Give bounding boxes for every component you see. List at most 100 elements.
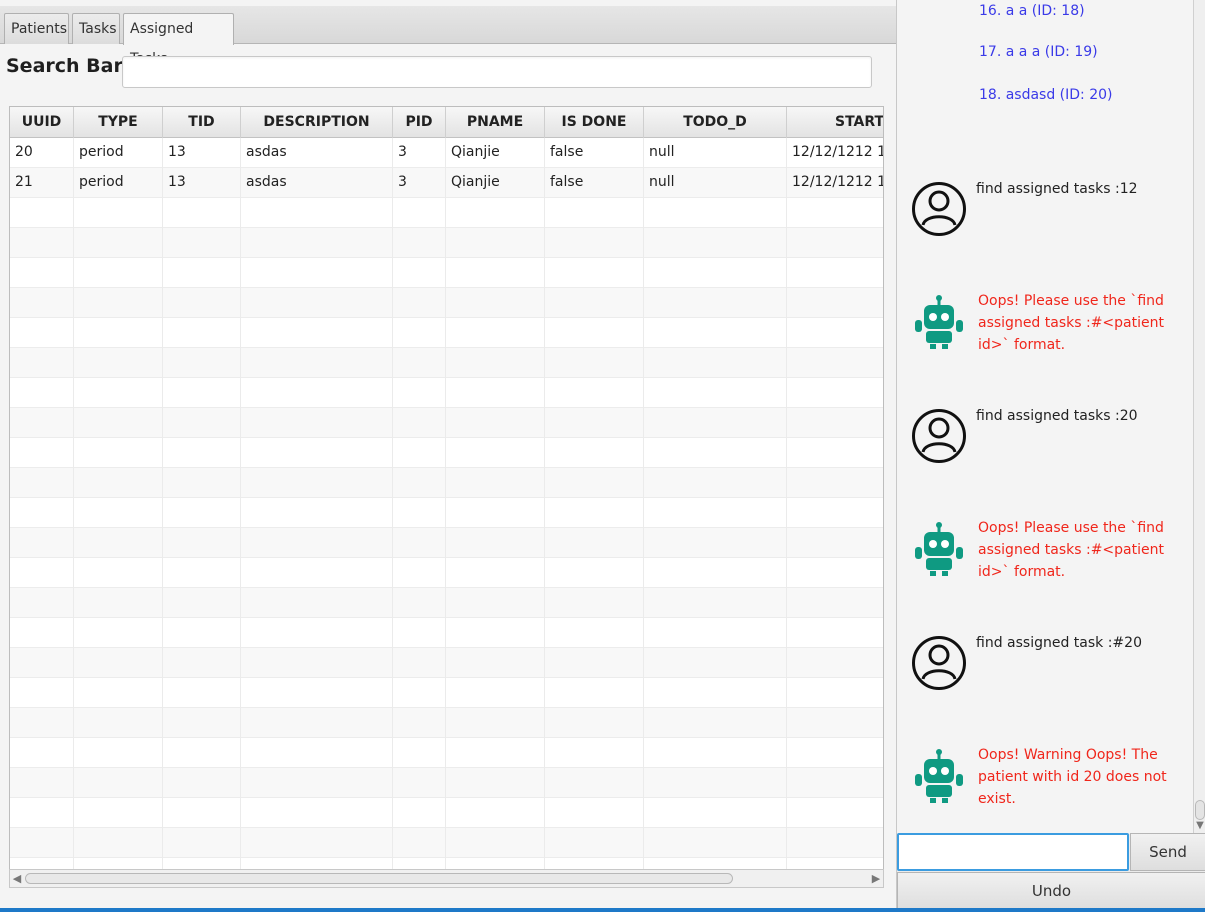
table-cell bbox=[644, 528, 787, 558]
table-cell bbox=[74, 618, 163, 648]
scroll-left-arrow-icon[interactable]: ◀ bbox=[10, 870, 24, 887]
table-cell bbox=[10, 738, 74, 768]
user-avatar-icon bbox=[911, 635, 967, 691]
table-cell bbox=[644, 258, 787, 288]
table-cell bbox=[545, 708, 644, 738]
table-cell bbox=[393, 768, 446, 798]
table-cell bbox=[74, 408, 163, 438]
table-cell bbox=[644, 648, 787, 678]
table-row bbox=[10, 498, 883, 528]
table-cell bbox=[163, 648, 241, 678]
table-cell bbox=[644, 738, 787, 768]
table-cell bbox=[393, 258, 446, 288]
table-cell: 13 bbox=[163, 138, 241, 168]
table-row bbox=[10, 198, 883, 228]
table-row[interactable]: 20 period 13 asdas 3 Qianjie false null 12/12/12… bbox=[10, 138, 883, 168]
horizontal-scroll-thumb[interactable] bbox=[25, 873, 733, 884]
table-cell bbox=[787, 498, 883, 528]
table-row bbox=[10, 828, 883, 858]
horizontal-scrollbar[interactable]: ◀ ▶ bbox=[9, 869, 884, 888]
column-header[interactable]: DESCRIPTION bbox=[241, 107, 393, 138]
table-cell bbox=[787, 648, 883, 678]
table-cell bbox=[163, 528, 241, 558]
column-header[interactable]: TODO_D bbox=[644, 107, 787, 138]
table-cell bbox=[644, 468, 787, 498]
column-header[interactable]: PID bbox=[393, 107, 446, 138]
user-avatar-icon bbox=[911, 181, 967, 237]
table-cell: 13 bbox=[163, 168, 241, 198]
table-cell bbox=[10, 408, 74, 438]
bot-message-text: exist. bbox=[978, 791, 1016, 807]
send-button[interactable]: Send bbox=[1130, 833, 1205, 871]
table-cell bbox=[241, 558, 393, 588]
table-row bbox=[10, 438, 883, 468]
table-cell bbox=[74, 588, 163, 618]
table-cell bbox=[393, 678, 446, 708]
bot-message-text: id>` format. bbox=[978, 337, 1066, 353]
table-row bbox=[10, 258, 883, 288]
column-header[interactable]: PNAME bbox=[446, 107, 545, 138]
table-cell bbox=[163, 228, 241, 258]
column-header[interactable]: TID bbox=[163, 107, 241, 138]
table-cell bbox=[241, 648, 393, 678]
table-cell bbox=[787, 288, 883, 318]
table-row[interactable]: 21 period 13 asdas 3 Qianjie false null 12/12/12… bbox=[10, 168, 883, 198]
table-cell bbox=[545, 408, 644, 438]
tab-patients[interactable]: Patients bbox=[4, 13, 69, 44]
table-row bbox=[10, 408, 883, 438]
column-header[interactable]: UUID bbox=[10, 107, 74, 138]
table-cell bbox=[10, 468, 74, 498]
table-cell bbox=[74, 528, 163, 558]
table-cell bbox=[446, 288, 545, 318]
table-cell bbox=[545, 558, 644, 588]
table-cell: 3 bbox=[393, 138, 446, 168]
search-input[interactable] bbox=[122, 56, 872, 88]
table-cell bbox=[241, 618, 393, 648]
vertical-scroll-thumb[interactable] bbox=[1195, 800, 1205, 820]
table-cell bbox=[787, 198, 883, 228]
table-cell bbox=[545, 228, 644, 258]
table-cell bbox=[74, 648, 163, 678]
table-cell bbox=[787, 738, 883, 768]
table-row bbox=[10, 678, 883, 708]
table-cell: false bbox=[545, 168, 644, 198]
vertical-scrollbar[interactable]: ▼ bbox=[1193, 0, 1205, 834]
table-row bbox=[10, 228, 883, 258]
scroll-right-arrow-icon[interactable]: ▶ bbox=[869, 870, 883, 887]
table-cell bbox=[163, 798, 241, 828]
table-cell: null bbox=[644, 168, 787, 198]
table-cell bbox=[393, 648, 446, 678]
user-avatar-icon bbox=[911, 408, 967, 464]
robot-icon bbox=[911, 748, 967, 804]
table-cell bbox=[644, 348, 787, 378]
table-cell bbox=[545, 798, 644, 828]
table-cell bbox=[74, 258, 163, 288]
table-cell bbox=[393, 468, 446, 498]
table-cell bbox=[163, 498, 241, 528]
table-cell bbox=[545, 528, 644, 558]
list-item: 17. a a a (ID: 19) bbox=[979, 44, 1098, 60]
tab-assigned-tasks[interactable]: Assigned Tasks bbox=[123, 13, 234, 67]
table-row bbox=[10, 288, 883, 318]
column-header[interactable]: TYPE bbox=[74, 107, 163, 138]
table-cell bbox=[787, 828, 883, 858]
table-cell bbox=[241, 828, 393, 858]
table-cell bbox=[787, 408, 883, 438]
chat-input[interactable] bbox=[897, 833, 1129, 871]
tab-tasks[interactable]: Tasks bbox=[72, 13, 120, 44]
table-cell bbox=[74, 798, 163, 828]
table-cell bbox=[545, 768, 644, 798]
column-header[interactable]: START bbox=[787, 107, 883, 138]
table-cell bbox=[163, 768, 241, 798]
table-row bbox=[10, 558, 883, 588]
table-cell bbox=[545, 498, 644, 528]
table-cell bbox=[644, 438, 787, 468]
undo-button[interactable]: Undo bbox=[897, 872, 1205, 910]
table-cell bbox=[644, 678, 787, 708]
table-cell bbox=[393, 588, 446, 618]
table-cell bbox=[10, 198, 74, 228]
scroll-down-arrow-icon[interactable]: ▼ bbox=[1194, 820, 1205, 831]
table-cell bbox=[241, 588, 393, 618]
table-cell bbox=[241, 768, 393, 798]
column-header[interactable]: IS DONE bbox=[545, 107, 644, 138]
